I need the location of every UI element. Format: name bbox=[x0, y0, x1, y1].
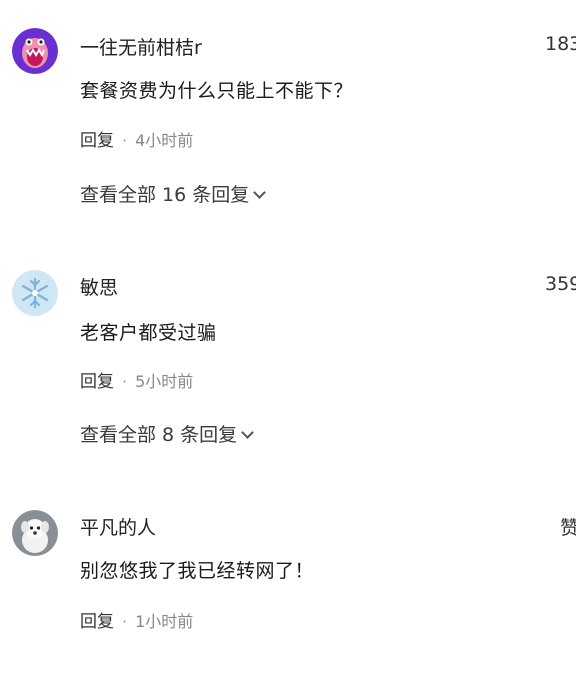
comment-meta: 回复 · 4小时前 bbox=[80, 126, 193, 151]
view-all-replies-button[interactable]: 查看全部 16 条回复 bbox=[80, 180, 267, 207]
snowflake-avatar-icon bbox=[12, 270, 58, 316]
comment-text: 套餐资费为什么只能上不能下？ bbox=[80, 80, 354, 102]
reply-button[interactable]: 回复 bbox=[80, 612, 114, 632]
chevron-down-icon bbox=[253, 186, 267, 199]
separator-dot: · bbox=[122, 372, 128, 391]
timestamp: 5小时前 bbox=[135, 372, 194, 391]
white-dog-avatar-icon bbox=[12, 510, 58, 556]
screaming-monster-avatar-icon bbox=[12, 28, 58, 74]
chevron-down-icon bbox=[241, 426, 255, 439]
reply-button[interactable]: 回复 bbox=[80, 131, 114, 151]
comment-meta: 回复 · 1小时前 bbox=[80, 607, 193, 632]
like-count[interactable]: 183 bbox=[545, 33, 576, 55]
comment-meta: 回复 · 5小时前 bbox=[80, 367, 193, 392]
comment-text: 老客户都受过骗 bbox=[80, 322, 217, 344]
username[interactable]: 一往无前柑桔r bbox=[80, 33, 202, 60]
username[interactable]: 敏思 bbox=[80, 273, 118, 300]
view-all-replies-label: 查看全部 16 条回复 bbox=[80, 184, 250, 206]
separator-dot: · bbox=[122, 612, 128, 631]
reply-button[interactable]: 回复 bbox=[80, 372, 114, 392]
user-avatar[interactable] bbox=[12, 510, 58, 556]
like-button[interactable]: 赞 bbox=[560, 513, 576, 540]
user-avatar[interactable] bbox=[12, 28, 58, 74]
separator-dot: · bbox=[122, 131, 128, 150]
comment-text: 别忽悠我了我已经转网了！ bbox=[80, 560, 315, 582]
timestamp: 4小时前 bbox=[135, 131, 194, 150]
timestamp: 1小时前 bbox=[135, 612, 194, 631]
user-avatar[interactable] bbox=[12, 270, 58, 316]
username[interactable]: 平凡的人 bbox=[80, 513, 156, 540]
view-all-replies-button[interactable]: 查看全部 8 条回复 bbox=[80, 420, 255, 447]
view-all-replies-label: 查看全部 8 条回复 bbox=[80, 424, 238, 446]
like-count[interactable]: 359 bbox=[545, 273, 576, 295]
